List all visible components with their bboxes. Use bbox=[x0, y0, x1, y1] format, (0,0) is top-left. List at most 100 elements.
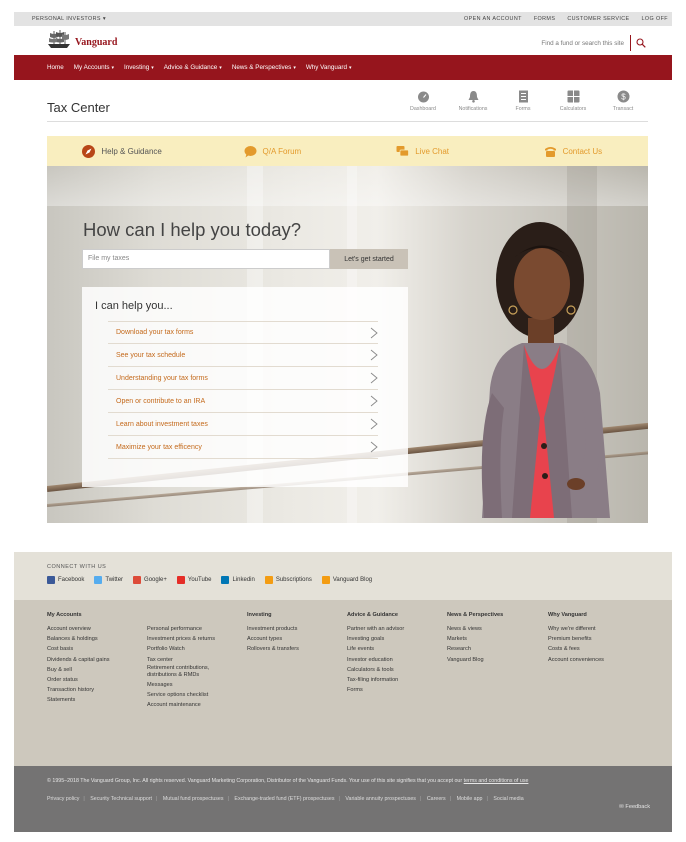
footer-link[interactable]: Costs & fees bbox=[548, 644, 604, 654]
open-account-link[interactable]: OPEN AN ACCOUNT bbox=[464, 16, 522, 22]
footer-link[interactable]: Investment prices & returns bbox=[147, 634, 239, 644]
get-started-button[interactable]: Let's get started bbox=[330, 249, 408, 269]
help-option-ira[interactable]: Open or contribute to an IRA bbox=[108, 390, 378, 413]
nav-item-why-vanguard[interactable]: Why Vanguard ▾ bbox=[306, 64, 352, 71]
customer-service-link[interactable]: CUSTOMER SERVICE bbox=[567, 16, 629, 22]
footer-heading-my-accounts: My Accounts bbox=[47, 612, 82, 618]
footer-link[interactable]: Transaction history bbox=[47, 685, 110, 695]
footer-link[interactable]: Personal performance bbox=[147, 624, 239, 634]
linkedin-icon bbox=[221, 576, 230, 584]
site-search[interactable]: Find a fund or search this site bbox=[541, 35, 646, 51]
nav-item-my-accounts[interactable]: My Accounts ▾ bbox=[74, 64, 114, 71]
footer-link[interactable]: Dividends & capital gains bbox=[47, 655, 110, 665]
chevron-down-icon: ▾ bbox=[219, 65, 222, 71]
help-option-understanding-forms[interactable]: Understanding your tax forms bbox=[108, 367, 378, 390]
etf-prospectuses-link[interactable]: Exchange-traded fund (ETF) prospectuses bbox=[234, 796, 334, 802]
footer-heading-investing: Investing bbox=[247, 612, 272, 618]
help-option-download-forms[interactable]: Download your tax forms bbox=[108, 321, 378, 344]
technical-support-link[interactable]: Security Technical support bbox=[90, 796, 152, 802]
quick-tool-dashboard[interactable]: Dashboard bbox=[398, 90, 448, 112]
social-vanguard-blog[interactable]: Vanguard Blog bbox=[321, 576, 372, 584]
chevron-right-icon bbox=[370, 441, 378, 453]
footer-link[interactable]: Tax-filing information bbox=[347, 675, 404, 685]
footer-links: My Accounts Account overview Balances & … bbox=[14, 600, 672, 766]
privacy-policy-link[interactable]: Privacy policy bbox=[47, 796, 79, 802]
nav-item-investing[interactable]: Investing ▾ bbox=[124, 64, 154, 71]
search-input[interactable]: Find a fund or search this site bbox=[541, 40, 624, 47]
feedback-button[interactable]: ✉ Feedback bbox=[619, 804, 650, 810]
log-off-link[interactable]: LOG OFF bbox=[642, 16, 668, 22]
personal-investors-menu[interactable]: PERSONAL INVESTORS ▾ bbox=[32, 16, 106, 22]
ship-logo-icon bbox=[48, 30, 70, 48]
footer-link[interactable]: Rollovers & transfers bbox=[247, 644, 299, 654]
footer-link[interactable]: Service options checklist bbox=[147, 690, 239, 700]
social-twitter[interactable]: Twitter bbox=[94, 576, 123, 584]
footer-link[interactable]: Statements bbox=[47, 695, 110, 705]
nav-item-home[interactable]: Home bbox=[47, 64, 64, 71]
nav-item-advice-guidance[interactable]: Advice & Guidance ▾ bbox=[164, 64, 222, 71]
mobile-app-link[interactable]: Mobile app bbox=[457, 796, 483, 802]
footer-link[interactable]: Investor education bbox=[347, 655, 404, 665]
help-search-input[interactable]: File my taxes bbox=[82, 249, 330, 269]
quick-tool-transact[interactable]: $ Transact bbox=[598, 90, 648, 112]
social-subscriptions[interactable]: Subscriptions bbox=[264, 576, 312, 584]
tab-live-chat[interactable]: Live Chat bbox=[348, 145, 498, 158]
footer-link[interactable]: Forms bbox=[347, 685, 404, 695]
help-option-tax-schedule[interactable]: See your tax schedule bbox=[108, 344, 378, 367]
footer-link[interactable]: Cost basis bbox=[47, 644, 110, 654]
social-youtube[interactable]: YouTube bbox=[176, 576, 211, 584]
footer-link[interactable]: Buy & sell bbox=[47, 665, 110, 675]
forms-icon bbox=[518, 90, 528, 103]
tab-qa-forum[interactable]: Q/A Forum bbox=[197, 145, 347, 158]
tab-contact-us[interactable]: Contact Us bbox=[498, 145, 648, 158]
forms-link[interactable]: FORMS bbox=[534, 16, 555, 22]
mutual-fund-prospectuses-link[interactable]: Mutual fund prospectuses bbox=[163, 796, 224, 802]
footer-link[interactable]: Research bbox=[447, 644, 503, 654]
svg-text:$: $ bbox=[621, 92, 626, 101]
footer-link[interactable]: Why we're different bbox=[548, 624, 604, 634]
quick-tool-notifications[interactable]: Notifications bbox=[448, 90, 498, 112]
careers-link[interactable]: Careers bbox=[427, 796, 446, 802]
help-option-tax-efficiency[interactable]: Maximize your tax efficency bbox=[108, 436, 378, 459]
compass-icon bbox=[82, 144, 96, 158]
footer-link[interactable]: Partner with an advisor bbox=[347, 624, 404, 634]
footer-link[interactable]: Retirement contributions, distributions … bbox=[147, 665, 239, 680]
footer-link[interactable]: Investment products bbox=[247, 624, 299, 634]
footer-heading-why-vanguard: Why Vanguard bbox=[548, 612, 587, 618]
tab-help-guidance[interactable]: Help & Guidance bbox=[47, 144, 197, 158]
quick-tool-calculators[interactable]: Calculators bbox=[548, 90, 598, 112]
footer-link[interactable]: News & views bbox=[447, 624, 503, 634]
footer-link[interactable]: Investing goals bbox=[347, 634, 404, 644]
footer-link[interactable]: Tax center bbox=[147, 655, 239, 665]
social-google-plus[interactable]: Google+ bbox=[133, 576, 167, 584]
quick-tool-forms[interactable]: Forms bbox=[498, 90, 548, 112]
footer-link[interactable]: Calculators & tools bbox=[347, 665, 404, 675]
help-option-investment-taxes[interactable]: Learn about investment taxes bbox=[108, 413, 378, 436]
terms-link[interactable]: terms and conditions of use bbox=[464, 778, 529, 784]
footer-col-news-perspectives: News & Perspectives News & views Markets… bbox=[447, 611, 503, 665]
footer-link[interactable]: Account types bbox=[247, 634, 299, 644]
footer-link[interactable]: Vanguard Blog bbox=[447, 655, 503, 665]
social-linkedin[interactable]: Linkedin bbox=[221, 576, 255, 584]
connect-label: CONNECT WITH US bbox=[47, 564, 107, 570]
footer-link[interactable]: Messages bbox=[147, 680, 239, 690]
footer-link[interactable]: Account maintenance bbox=[147, 700, 239, 710]
footer-link[interactable]: Portfolio Watch bbox=[147, 644, 239, 654]
footer-link[interactable]: Balances & holdings bbox=[47, 634, 110, 644]
footer-col-my-accounts: My Accounts Account overview Balances & … bbox=[47, 611, 110, 706]
facebook-icon bbox=[47, 576, 55, 584]
footer-link[interactable]: Markets bbox=[447, 634, 503, 644]
footer-link[interactable]: Life events bbox=[347, 644, 404, 654]
footer-link[interactable]: Account overview bbox=[47, 624, 110, 634]
search-icon[interactable] bbox=[636, 38, 646, 48]
footer-link[interactable]: Order status bbox=[47, 675, 110, 685]
social-facebook[interactable]: Facebook bbox=[47, 576, 84, 584]
dashboard-icon bbox=[417, 91, 429, 103]
footer-link[interactable]: Premium benefits bbox=[548, 634, 604, 644]
variable-annuity-prospectuses-link[interactable]: Variable annuity prospectuses bbox=[345, 796, 416, 802]
nav-item-news-perspectives[interactable]: News & Perspectives ▾ bbox=[232, 64, 296, 71]
social-media-link[interactable]: Social media bbox=[493, 796, 523, 802]
vanguard-logo[interactable]: Vanguard bbox=[46, 29, 117, 49]
search-divider bbox=[630, 35, 631, 51]
footer-link[interactable]: Account conveniences bbox=[548, 655, 604, 665]
